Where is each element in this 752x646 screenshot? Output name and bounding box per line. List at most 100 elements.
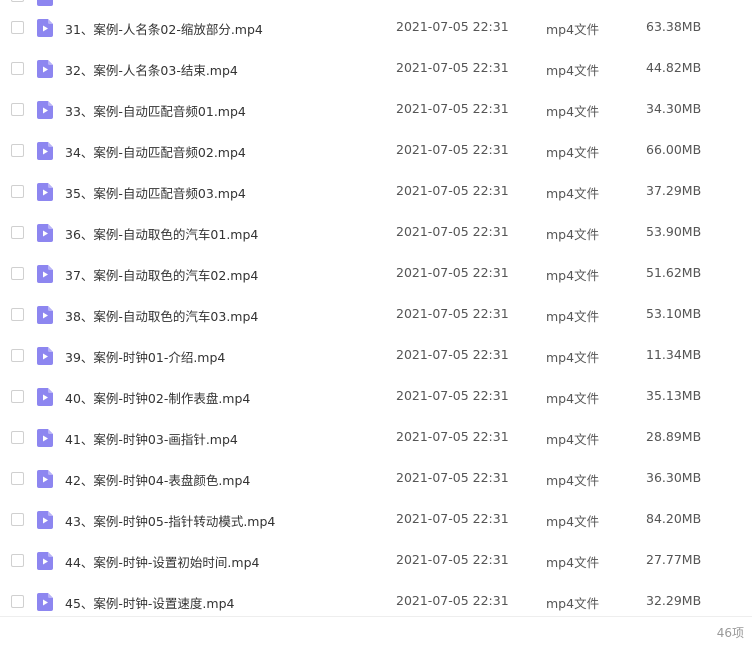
file-row[interactable]: 43、案例-时钟05-指针转动模式.mp4 2021-07-05 22:31 m… xyxy=(0,500,752,541)
file-row[interactable]: 40、案例-时钟02-制作表盘.mp4 2021-07-05 22:31 mp4… xyxy=(0,377,752,418)
row-checkbox[interactable] xyxy=(11,431,24,444)
file-type: mp4文件 xyxy=(546,63,600,78)
video-file-icon xyxy=(37,388,53,406)
row-checkbox[interactable] xyxy=(11,21,24,34)
video-file-icon xyxy=(37,470,53,488)
file-row[interactable]: 44、案例-时钟-设置初始时间.mp4 2021-07-05 22:31 mp4… xyxy=(0,541,752,582)
row-checkbox[interactable] xyxy=(11,62,24,75)
file-modified-date: 2021-07-05 22:31 xyxy=(396,429,509,444)
video-file-icon xyxy=(37,142,53,160)
file-type: mp4文件 xyxy=(546,104,600,119)
row-checkbox[interactable] xyxy=(11,595,24,608)
file-row[interactable]: 33、案例-自动匹配音频01.mp4 2021-07-05 22:31 mp4文… xyxy=(0,90,752,131)
file-type: mp4文件 xyxy=(546,391,600,406)
row-checkbox[interactable] xyxy=(11,349,24,362)
file-type: mp4文件 xyxy=(546,555,600,570)
video-file-icon xyxy=(37,265,53,283)
file-row[interactable]: 31、案例-人名条02-缩放部分.mp4 2021-07-05 22:31 mp… xyxy=(0,8,752,49)
file-type: mp4文件 xyxy=(546,596,600,611)
file-modified-date: 2021-07-05 22:31 xyxy=(396,265,509,280)
file-name[interactable]: 39、案例-时钟01-介绍.mp4 xyxy=(65,347,225,366)
video-file-icon xyxy=(37,511,53,529)
file-modified-date: 2021-07-05 22:31 xyxy=(396,306,509,321)
row-checkbox[interactable] xyxy=(11,267,24,280)
row-checkbox[interactable] xyxy=(11,554,24,567)
file-row[interactable]: 38、案例-自动取色的汽车03.mp4 2021-07-05 22:31 mp4… xyxy=(0,295,752,336)
file-type: mp4文件 xyxy=(546,350,600,365)
video-file-icon xyxy=(37,306,53,324)
file-size: 36.30MB xyxy=(646,470,702,485)
file-size: 53.90MB xyxy=(646,224,702,239)
video-file-icon xyxy=(37,347,53,365)
video-file-icon xyxy=(37,60,53,78)
file-size: 28.89MB xyxy=(646,429,702,444)
file-modified-date: 2021-07-05 22:31 xyxy=(396,142,509,157)
file-type: mp4文件 xyxy=(546,432,600,447)
video-file-icon xyxy=(37,183,53,201)
file-name[interactable]: 40、案例-时钟02-制作表盘.mp4 xyxy=(65,388,250,407)
video-file-icon xyxy=(37,593,53,611)
file-type: mp4文件 xyxy=(546,268,600,283)
video-file-icon xyxy=(37,429,53,447)
row-checkbox[interactable] xyxy=(11,390,24,403)
file-modified-date: 2021-07-05 22:31 xyxy=(396,388,509,403)
row-checkbox[interactable] xyxy=(11,185,24,198)
video-file-icon xyxy=(37,224,53,242)
file-row-partial[interactable] xyxy=(0,0,752,8)
video-file-icon xyxy=(37,101,53,119)
file-size: 37.29MB xyxy=(646,183,702,198)
file-row[interactable]: 35、案例-自动匹配音频03.mp4 2021-07-05 22:31 mp4文… xyxy=(0,172,752,213)
file-row[interactable]: 34、案例-自动匹配音频02.mp4 2021-07-05 22:31 mp4文… xyxy=(0,131,752,172)
file-modified-date: 2021-07-05 22:31 xyxy=(396,60,509,75)
row-checkbox[interactable] xyxy=(11,308,24,321)
file-row[interactable]: 39、案例-时钟01-介绍.mp4 2021-07-05 22:31 mp4文件… xyxy=(0,336,752,377)
file-name[interactable]: 41、案例-时钟03-画指针.mp4 xyxy=(65,429,238,448)
file-name[interactable]: 44、案例-时钟-设置初始时间.mp4 xyxy=(65,552,259,571)
file-modified-date: 2021-07-05 22:31 xyxy=(396,19,509,34)
row-checkbox[interactable] xyxy=(11,513,24,526)
file-modified-date: 2021-07-05 22:31 xyxy=(396,224,509,239)
video-file-icon xyxy=(37,19,53,37)
file-row[interactable]: 42、案例-时钟04-表盘颜色.mp4 2021-07-05 22:31 mp4… xyxy=(0,459,752,500)
row-checkbox[interactable] xyxy=(11,103,24,116)
row-checkbox[interactable] xyxy=(11,226,24,239)
file-type: mp4文件 xyxy=(546,186,600,201)
file-row[interactable]: 41、案例-时钟03-画指针.mp4 2021-07-05 22:31 mp4文… xyxy=(0,418,752,459)
file-name[interactable]: 37、案例-自动取色的汽车02.mp4 xyxy=(65,265,258,284)
file-row[interactable]: 36、案例-自动取色的汽车01.mp4 2021-07-05 22:31 mp4… xyxy=(0,213,752,254)
file-size: 51.62MB xyxy=(646,265,702,280)
file-size: 34.30MB xyxy=(646,101,702,116)
file-name[interactable]: 31、案例-人名条02-缩放部分.mp4 xyxy=(65,19,263,38)
file-row[interactable]: 32、案例-人名条03-结束.mp4 2021-07-05 22:31 mp4文… xyxy=(0,49,752,90)
file-name[interactable]: 42、案例-时钟04-表盘颜色.mp4 xyxy=(65,470,250,489)
file-size: 11.34MB xyxy=(646,347,702,362)
row-checkbox[interactable] xyxy=(11,0,24,2)
file-type: mp4文件 xyxy=(546,145,600,160)
file-name[interactable]: 32、案例-人名条03-结束.mp4 xyxy=(65,60,238,79)
file-name[interactable]: 36、案例-自动取色的汽车01.mp4 xyxy=(65,224,258,243)
file-name[interactable]: 35、案例-自动匹配音频03.mp4 xyxy=(65,183,246,202)
file-size: 63.38MB xyxy=(646,19,702,34)
file-type: mp4文件 xyxy=(546,514,600,529)
row-checkbox[interactable] xyxy=(11,144,24,157)
footer-divider xyxy=(0,616,752,617)
row-checkbox[interactable] xyxy=(11,472,24,485)
file-modified-date: 2021-07-05 22:31 xyxy=(396,511,509,526)
file-type: mp4文件 xyxy=(546,473,600,488)
file-name[interactable]: 34、案例-自动匹配音频02.mp4 xyxy=(65,142,246,161)
file-name[interactable]: 45、案例-时钟-设置速度.mp4 xyxy=(65,593,234,612)
file-name[interactable]: 33、案例-自动匹配音频01.mp4 xyxy=(65,101,246,120)
file-modified-date: 2021-07-05 22:31 xyxy=(396,593,509,608)
video-file-icon xyxy=(37,552,53,570)
file-modified-date: 2021-07-05 22:31 xyxy=(396,552,509,567)
file-size: 35.13MB xyxy=(646,388,702,403)
file-size: 53.10MB xyxy=(646,306,702,321)
file-name[interactable]: 38、案例-自动取色的汽车03.mp4 xyxy=(65,306,258,325)
file-type: mp4文件 xyxy=(546,22,600,37)
file-row[interactable]: 37、案例-自动取色的汽车02.mp4 2021-07-05 22:31 mp4… xyxy=(0,254,752,295)
file-size: 66.00MB xyxy=(646,142,702,157)
file-name[interactable]: 43、案例-时钟05-指针转动模式.mp4 xyxy=(65,511,275,530)
file-type: mp4文件 xyxy=(546,227,600,242)
file-size: 44.82MB xyxy=(646,60,702,75)
file-modified-date: 2021-07-05 22:31 xyxy=(396,183,509,198)
